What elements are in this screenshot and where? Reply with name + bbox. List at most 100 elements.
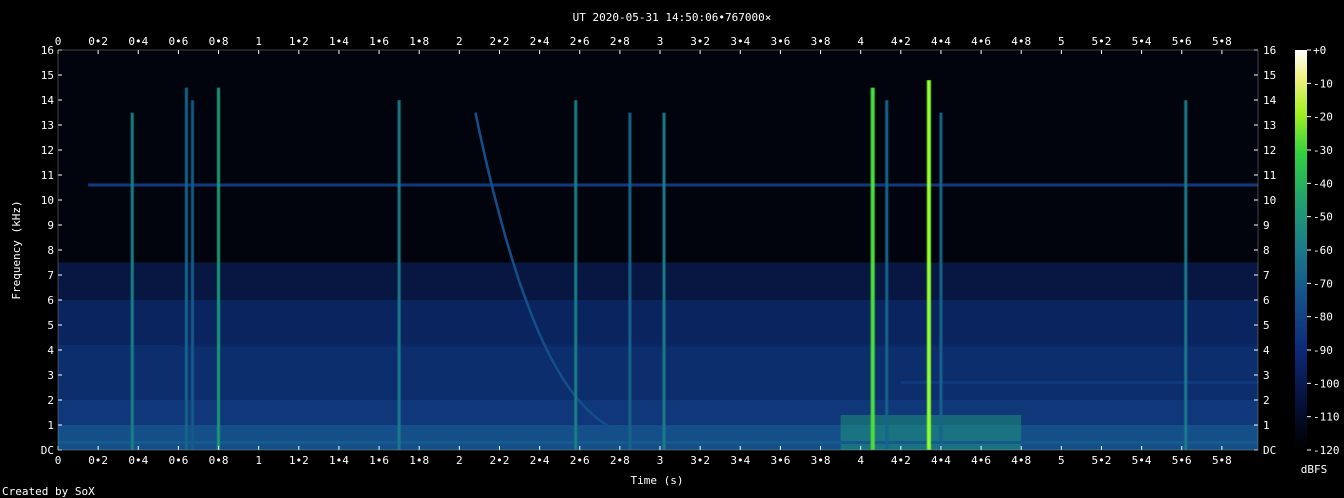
- x-tick-top-label: 1•6: [369, 35, 389, 48]
- vertical-event-5: [574, 100, 578, 450]
- x-tick-bottom-label: 2•2: [490, 454, 510, 467]
- y-tick-right-label: 5: [1263, 319, 1270, 332]
- noise-band-2: [58, 345, 1258, 400]
- tone-line-1: [178, 343, 1258, 347]
- x-tick-top-label: 3: [657, 35, 664, 48]
- x-tick-bottom-label: 3•2: [690, 454, 710, 467]
- x-tick-bottom-label: 4•8: [1011, 454, 1031, 467]
- y-tick-right-label: 8: [1263, 244, 1270, 257]
- x-tick-top-label: 4•2: [891, 35, 911, 48]
- y-tick-right-label: 6: [1263, 294, 1270, 307]
- x-tick-bottom-label: 5•8: [1212, 454, 1232, 467]
- y-tick-right-label: 2: [1263, 394, 1270, 407]
- y-tick-right-label: 10: [1263, 194, 1276, 207]
- y-tick-left-label: 1: [47, 419, 54, 432]
- vertical-event-4: [397, 100, 401, 450]
- chart-title: UT 2020-05-31 14:50:06•767000×: [573, 11, 772, 24]
- x-tick-top-label: 4•6: [971, 35, 991, 48]
- x-tick-top-label: 2•2: [490, 35, 510, 48]
- x-tick-top-label: 0•8: [209, 35, 229, 48]
- y-tick-right-label: DC: [1263, 444, 1276, 457]
- x-tick-bottom-label: 0•6: [168, 454, 188, 467]
- x-tick-bottom-label: 5: [1058, 454, 1065, 467]
- x-tick-top-label: 2•6: [570, 35, 590, 48]
- y-tick-right-label: 7: [1263, 269, 1270, 282]
- x-tick-top-label: 0: [55, 35, 62, 48]
- x-tick-bottom-label: 1•4: [329, 454, 349, 467]
- tone-line-2: [900, 381, 1258, 384]
- x-tick-top-label: 0•2: [88, 35, 108, 48]
- y-tick-right-label: 14: [1263, 94, 1277, 107]
- noise-band-5: [58, 50, 1258, 263]
- colorbar-axis: +0 -10 -20 -30 -40 -50 -60 -70 -80 -90 -100 -110 -12…: [1307, 44, 1340, 457]
- colorbar-tick-label: -70: [1313, 277, 1333, 290]
- spectrogram-chart: UT 2020-05-31 14:50:06•767000× 0 0•2 0•4 0•…: [2, 11, 1340, 498]
- colorbar-tick-label: -20: [1313, 111, 1333, 124]
- tone-line-0: [88, 183, 1258, 187]
- y-tick-left-label: 10: [41, 194, 54, 207]
- x-tick-top-label: 1: [255, 35, 262, 48]
- colorbar-tick-label: -50: [1313, 211, 1333, 224]
- x-tick-top-label: 3•6: [770, 35, 790, 48]
- y-tick-right-label: 1: [1263, 419, 1270, 432]
- y-tick-left-label: DC: [41, 444, 54, 457]
- y-tick-left-label: 6: [47, 294, 54, 307]
- colorbar-tick-label: -80: [1313, 311, 1333, 324]
- x-tick-top-label: 5•2: [1092, 35, 1112, 48]
- x-tick-bottom-label: 2•8: [610, 454, 630, 467]
- x-tick-bottom-label: 0•8: [209, 454, 229, 467]
- colorbar-tick-label: -110: [1313, 411, 1340, 424]
- x-tick-bottom-label: 1•6: [369, 454, 389, 467]
- vertical-event-6: [628, 112, 632, 450]
- colorbar-tick-label: -30: [1313, 144, 1333, 157]
- colorbar-tick-label: -90: [1313, 344, 1333, 357]
- x-tick-top-label: 0•6: [168, 35, 188, 48]
- x-tick-top-label: 2•4: [530, 35, 550, 48]
- x-tick-top-label: 5•6: [1172, 35, 1192, 48]
- y-tick-right-label: 9: [1263, 219, 1270, 232]
- x-tick-bottom-label: 3: [657, 454, 664, 467]
- x-tick-bottom-label: 4•6: [971, 454, 991, 467]
- y-tick-left-label: 11: [41, 169, 54, 182]
- x-tick-bottom-label: 0•2: [88, 454, 108, 467]
- noise-band-3: [58, 300, 1258, 345]
- vertical-event-10: [926, 80, 931, 450]
- x-axis-label: Time (s): [631, 474, 684, 487]
- vertical-event-12: [1184, 100, 1188, 450]
- y-tick-right-label: 3: [1263, 369, 1270, 382]
- x-tick-bottom-label: 5•2: [1092, 454, 1112, 467]
- x-tick-top-label: 4•8: [1011, 35, 1031, 48]
- noise-band-4: [58, 262, 1258, 300]
- y-tick-left-label: 5: [47, 319, 54, 332]
- colorbar-tick-label: -40: [1313, 177, 1333, 190]
- footer-credit: Created by SoX: [2, 485, 95, 498]
- x-tick-top-label: 5: [1058, 35, 1065, 48]
- x-tick-top-label: 2•8: [610, 35, 630, 48]
- x-tick-bottom-label: 3•4: [730, 454, 750, 467]
- x-tick-top-label: 2: [456, 35, 463, 48]
- x-tick-bottom-label: 5•6: [1172, 454, 1192, 467]
- vertical-event-8: [870, 87, 875, 450]
- x-tick-top-label: 0•4: [128, 35, 148, 48]
- x-tick-bottom-label: 2: [456, 454, 463, 467]
- y-tick-left-label: 14: [41, 94, 55, 107]
- low-freq-hump: [840, 415, 1022, 450]
- vertical-event-1: [184, 87, 188, 450]
- colorbar: [1295, 50, 1307, 450]
- x-tick-bottom-label: 1•8: [409, 454, 429, 467]
- vertical-event-2: [190, 100, 194, 450]
- x-tick-top-label: 1•8: [409, 35, 429, 48]
- x-tick-bottom-label: 1•2: [289, 454, 309, 467]
- x-tick-bottom-label: 2•4: [530, 454, 550, 467]
- x-tick-top-label: 3•8: [811, 35, 831, 48]
- noise-band-0: [58, 425, 1258, 450]
- x-tick-top-label: 1•2: [289, 35, 309, 48]
- x-tick-top-label: 4•4: [931, 35, 951, 48]
- x-tick-bottom-label: 3•8: [811, 454, 831, 467]
- vertical-event-0: [130, 112, 134, 450]
- x-tick-top-label: 3•2: [690, 35, 710, 48]
- colorbar-tick-label: -60: [1313, 244, 1333, 257]
- x-tick-top-label: 1•4: [329, 35, 349, 48]
- colorbar-tick-label: -120: [1313, 444, 1340, 457]
- spectrogram-plot: [58, 50, 1258, 450]
